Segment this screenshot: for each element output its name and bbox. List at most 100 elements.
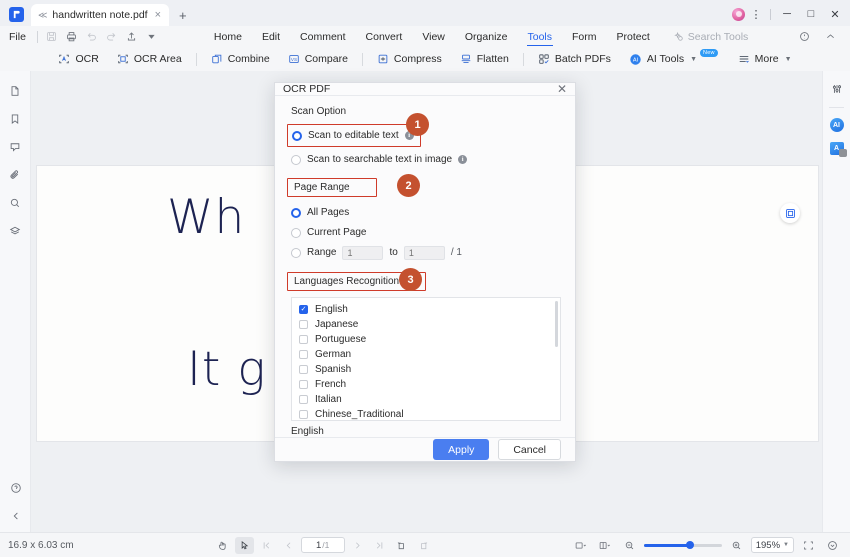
maximize-button[interactable]: □ xyxy=(800,7,822,21)
radio-label: Scan to editable text xyxy=(308,130,399,142)
language-item-spanish[interactable]: Spanish xyxy=(299,362,560,377)
undo-icon[interactable] xyxy=(82,29,102,45)
last-page-icon[interactable] xyxy=(370,537,389,554)
help-circle-icon[interactable] xyxy=(5,480,27,496)
tool-ai-tools[interactable]: AI AI Tools ▼ New xyxy=(620,49,729,69)
search-tools[interactable]: Search Tools xyxy=(674,31,748,43)
new-tab-button[interactable]: + xyxy=(169,8,195,26)
info-icon[interactable]: i xyxy=(458,155,468,165)
ribbon-tab-form[interactable]: Form xyxy=(562,26,607,47)
ribbon-tab-organize[interactable]: Organize xyxy=(455,26,518,47)
language-item-italian[interactable]: Italian xyxy=(299,392,560,407)
divider xyxy=(770,8,771,20)
page-layout-icon[interactable] xyxy=(572,537,591,554)
chevron-left-icon[interactable] xyxy=(5,508,27,524)
radio-current-page[interactable]: Current Page xyxy=(291,224,561,241)
minimize-button[interactable]: ─ xyxy=(776,7,798,21)
search-icon[interactable] xyxy=(4,195,26,211)
cancel-button[interactable]: Cancel xyxy=(498,439,561,461)
radio-scan-searchable-text[interactable]: Scan to searchable text in image i xyxy=(291,151,561,168)
document-tab[interactable]: ≪ handwritten note.pdf × xyxy=(31,4,170,26)
help-icon[interactable] xyxy=(794,29,814,45)
language-item-german[interactable]: German xyxy=(299,347,560,362)
redo-icon[interactable] xyxy=(102,29,122,45)
user-avatar[interactable] xyxy=(732,7,745,21)
ribbon-tab-comment[interactable]: Comment xyxy=(290,26,356,47)
tool-label: Flatten xyxy=(476,53,509,65)
tool-compare[interactable]: VS Compare xyxy=(279,49,357,69)
language-item-french[interactable]: French xyxy=(299,377,560,392)
radio-range[interactable]: Range to / 1 xyxy=(291,244,561,261)
language-item-chinese-traditional[interactable]: Chinese_Traditional xyxy=(299,407,560,420)
next-page-icon[interactable] xyxy=(348,537,367,554)
tool-compress[interactable]: Compress xyxy=(368,49,451,69)
scan-editable-highlight: Scan to editable text i xyxy=(287,124,421,148)
language-label: Spanish xyxy=(315,364,352,376)
tool-combine[interactable]: Combine xyxy=(202,49,279,69)
select-tool-icon[interactable] xyxy=(234,536,254,554)
language-label: English xyxy=(315,304,348,316)
file-menu[interactable]: File xyxy=(0,31,33,43)
more-options-icon[interactable]: ⋮ xyxy=(747,7,765,21)
tool-label: Compare xyxy=(304,53,348,65)
language-item-japanese[interactable]: Japanese xyxy=(299,317,560,332)
close-button[interactable]: ✕ xyxy=(824,7,846,21)
hand-tool-icon[interactable] xyxy=(213,537,232,554)
tool-ocr-area[interactable]: OCR Area xyxy=(108,49,191,69)
ribbon-tab-view[interactable]: View xyxy=(412,26,455,47)
tool-more[interactable]: More ▼ xyxy=(729,49,801,69)
zoom-in-icon[interactable] xyxy=(727,537,746,554)
page-thumbnail-icon[interactable] xyxy=(4,83,26,99)
languages-scrollbar[interactable] xyxy=(554,301,558,348)
quick-access-dropdown-icon[interactable] xyxy=(142,29,162,45)
radio-label: Current Page xyxy=(307,227,367,239)
left-sidebar xyxy=(0,71,31,532)
dialog-close-icon[interactable]: ✕ xyxy=(557,83,567,95)
range-from-input[interactable] xyxy=(342,245,384,260)
ribbon-tab-tools[interactable]: Tools xyxy=(518,26,563,47)
language-item-english[interactable]: ✓ English xyxy=(299,302,560,317)
slider-knob[interactable] xyxy=(685,541,694,549)
fit-page-icon[interactable] xyxy=(799,537,818,554)
languages-list[interactable]: ✓ English Japanese Portuguese German Spa… xyxy=(291,297,561,422)
apply-button[interactable]: Apply xyxy=(433,439,490,461)
tool-batch-pdfs[interactable]: Batch PDFs xyxy=(529,49,620,69)
more-view-icon[interactable] xyxy=(823,537,842,554)
radio-scan-editable-text[interactable]: Scan to editable text i xyxy=(292,127,414,144)
tool-label: Combine xyxy=(227,53,270,65)
ribbon-tab-convert[interactable]: Convert xyxy=(356,26,413,47)
page-number-input[interactable]: 1 /1 xyxy=(300,537,345,553)
bookmark-icon[interactable] xyxy=(4,111,26,127)
ai-assistant-icon[interactable]: AI xyxy=(829,118,844,132)
save-icon[interactable] xyxy=(42,29,62,45)
share-icon[interactable] xyxy=(122,29,142,45)
zoom-out-icon[interactable] xyxy=(620,537,639,554)
language-label: French xyxy=(315,379,347,391)
zoom-level-select[interactable]: 195% ▼ xyxy=(750,537,794,553)
properties-sliders-icon[interactable] xyxy=(826,81,848,97)
ai-translate-icon[interactable]: A xyxy=(829,142,847,157)
comment-icon[interactable] xyxy=(4,139,26,155)
layers-icon[interactable] xyxy=(4,223,26,239)
language-item-portuguese[interactable]: Portuguese xyxy=(299,332,560,347)
range-to-input[interactable] xyxy=(403,245,445,260)
prev-page-icon[interactable] xyxy=(279,537,298,554)
zoom-slider[interactable] xyxy=(643,538,722,552)
attachment-icon[interactable] xyxy=(4,167,26,183)
rotate-left-icon[interactable] xyxy=(392,537,411,554)
ocr-area-floating-icon[interactable] xyxy=(780,203,800,223)
first-page-icon[interactable] xyxy=(257,537,276,554)
tool-label: OCR Area xyxy=(133,53,182,65)
ribbon-tab-protect[interactable]: Protect xyxy=(607,26,660,47)
tool-flatten[interactable]: Flatten xyxy=(451,49,518,69)
tool-ocr[interactable]: OCR xyxy=(49,49,107,69)
page-display-icon[interactable] xyxy=(596,537,615,554)
print-icon[interactable] xyxy=(62,29,82,45)
ribbon-tab-home[interactable]: Home xyxy=(204,26,252,47)
ribbon-tab-edit[interactable]: Edit xyxy=(252,26,290,47)
rotate-right-icon[interactable] xyxy=(414,537,433,554)
radio-all-pages[interactable]: All Pages xyxy=(291,204,561,221)
collapse-ribbon-icon[interactable] xyxy=(820,29,840,45)
tab-close-icon[interactable]: × xyxy=(153,9,163,21)
radio-indicator xyxy=(291,207,301,218)
